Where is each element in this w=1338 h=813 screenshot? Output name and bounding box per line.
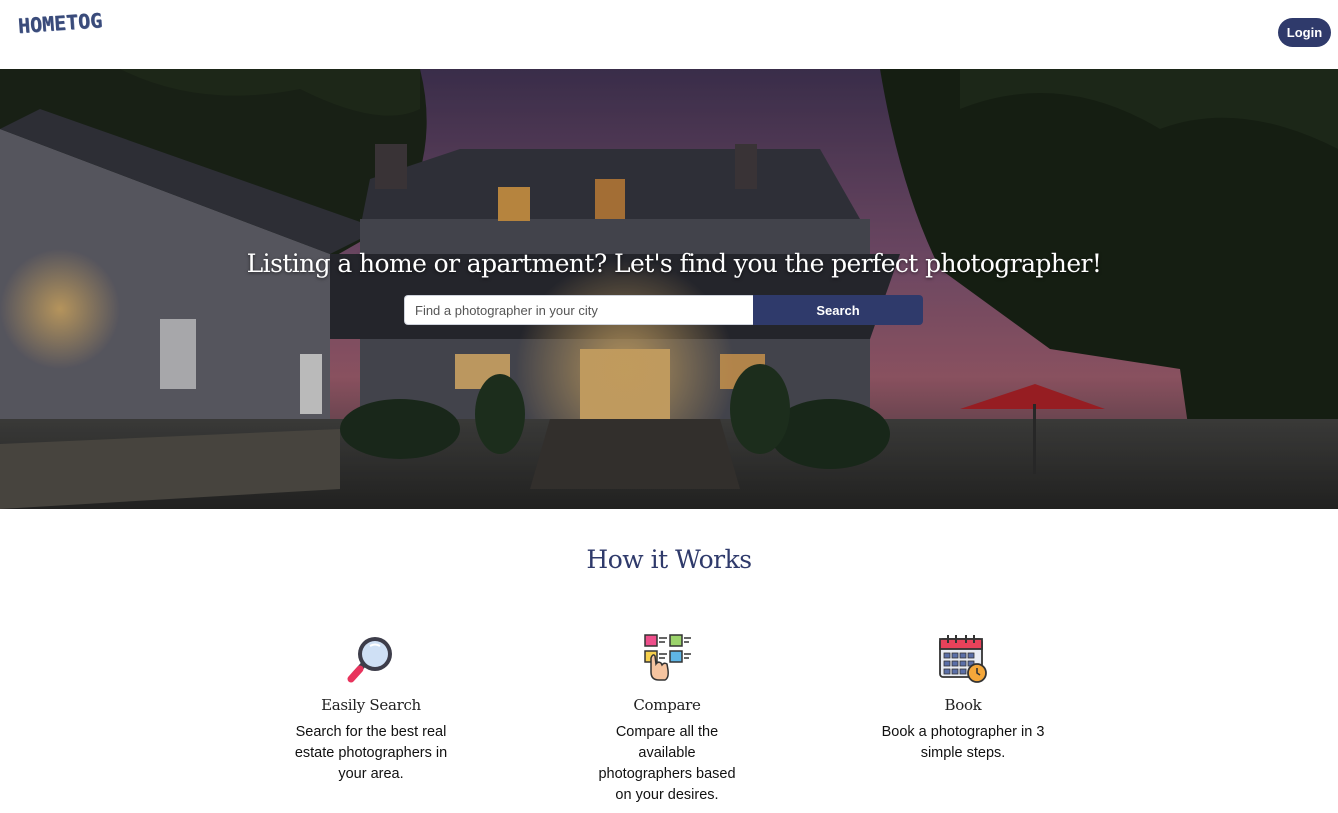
step-description: Compare all the available photographers … <box>598 724 736 803</box>
logo-text[interactable]: HOMETOG <box>17 8 103 38</box>
hero-section: Listing a home or apartment? Let's find … <box>0 69 1338 509</box>
magnifier-icon <box>347 637 392 683</box>
login-button[interactable]: Login <box>1278 18 1331 47</box>
hero-headline: Listing a home or apartment? Let's find … <box>246 249 1102 278</box>
compare-cards-icon <box>644 634 691 681</box>
step-description: Book a photographer in 3 simple steps. <box>881 724 1045 761</box>
step-title: Compare <box>633 696 701 714</box>
hometog-logo[interactable]: HOMETOG <box>17 8 103 44</box>
step-description: Search for the best real estate photogra… <box>294 724 448 782</box>
step-title: Easily Search <box>321 696 421 714</box>
hero-background-image <box>0 69 1338 509</box>
how-it-works-title: How it Works <box>586 545 752 574</box>
search-button[interactable]: Search <box>753 295 923 325</box>
site-header: HOMETOG Login <box>0 0 1338 69</box>
step-title: Book <box>944 696 982 714</box>
step-book: Book Book a photographer in 3 simple ste… <box>863 632 1063 764</box>
calendar-clock-icon <box>939 635 987 683</box>
step-compare: Compare Compare all the available photog… <box>567 632 767 806</box>
step-easily-search: Easily Search Search for the best real e… <box>271 632 471 785</box>
city-search-input[interactable] <box>404 295 753 325</box>
search-bar: Search <box>404 295 923 325</box>
